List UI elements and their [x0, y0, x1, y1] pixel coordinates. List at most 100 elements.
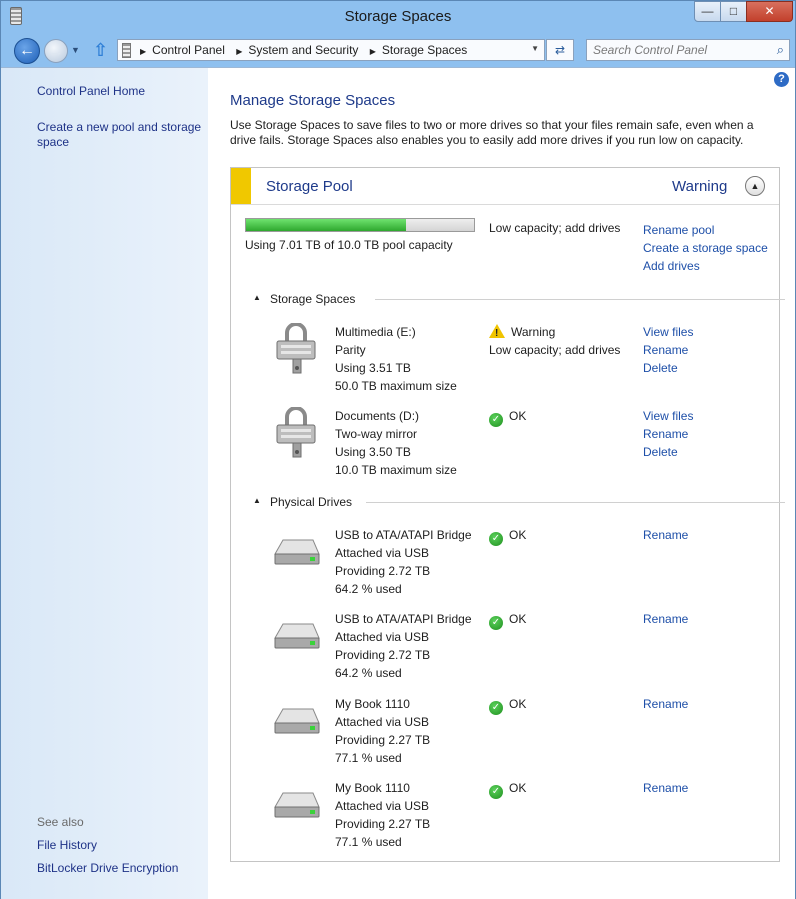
drive-used: 77.1 % used: [335, 835, 402, 849]
rename-pool-link[interactable]: Rename pool: [643, 221, 768, 239]
up-arrow-icon[interactable]: ⇧: [93, 40, 108, 61]
pool-status: Warning: [672, 178, 728, 195]
physical-drive-item[interactable]: USB to ATA/ATAPI Bridge Attached via USB…: [271, 526, 771, 596]
storage-spaces-section-header[interactable]: ▲ Storage Spaces: [253, 292, 785, 306]
section-divider: [366, 502, 785, 503]
drive-providing: Providing 2.27 TB: [335, 733, 431, 747]
space-status-detail: Low capacity; add drives: [489, 343, 621, 357]
collapse-section-icon[interactable]: ▲: [253, 293, 261, 302]
add-drives-link[interactable]: Add drives: [643, 257, 768, 275]
breadcrumb-separator-icon[interactable]: ▶: [236, 47, 242, 56]
drive-used: 77.1 % used: [335, 751, 402, 765]
rename-link[interactable]: Rename: [643, 695, 688, 713]
left-navigation-pane: Control Panel Home Create a new pool and…: [1, 67, 208, 899]
file-history-link[interactable]: File History: [37, 838, 97, 852]
drive-status-text: OK: [509, 781, 527, 795]
ok-icon: ✓: [489, 532, 503, 546]
create-storage-space-link[interactable]: Create a storage space: [643, 239, 768, 257]
breadcrumb-control-panel[interactable]: Control Panel: [152, 43, 225, 57]
search-icon[interactable]: ⌕: [777, 42, 784, 58]
rename-link[interactable]: Rename: [643, 526, 688, 544]
maximize-button[interactable]: □: [720, 1, 747, 22]
collapse-chevron-icon[interactable]: ▲: [745, 176, 765, 196]
space-name: Multimedia (E:): [335, 325, 416, 339]
ok-icon: ✓: [489, 616, 503, 630]
section-divider: [375, 299, 785, 300]
space-max-size: 50.0 TB maximum size: [335, 379, 457, 393]
rename-link[interactable]: Rename: [643, 341, 693, 359]
storage-space-details: Multimedia (E:) Parity Using 3.51 TB 50.…: [335, 323, 457, 395]
space-usage: Using 3.50 TB: [335, 445, 411, 459]
delete-link[interactable]: Delete: [643, 443, 693, 461]
search-input[interactable]: Search Control Panel ⌕: [586, 39, 790, 61]
main-content: ? Manage Storage Spaces Use Storage Spac…: [208, 67, 795, 899]
drive-actions: Rename: [643, 779, 688, 797]
rename-link[interactable]: Rename: [643, 779, 688, 797]
breadcrumb-system-and-security[interactable]: System and Security: [248, 43, 358, 57]
pool-capacity-text: Using 7.01 TB of 10.0 TB pool capacity: [245, 238, 453, 252]
drive-status-text: OK: [509, 612, 527, 626]
delete-link[interactable]: Delete: [643, 359, 693, 377]
collapse-section-icon[interactable]: ▲: [253, 496, 261, 505]
drive-status: ✓ OK: [489, 695, 526, 715]
refresh-icon[interactable]: ⇄: [546, 39, 574, 61]
hard-drive-icon: [274, 539, 320, 565]
breadcrumb-separator-icon[interactable]: ▶: [140, 47, 146, 56]
minimize-button[interactable]: —: [694, 1, 721, 22]
rename-link[interactable]: Rename: [643, 425, 693, 443]
storage-space-item[interactable]: Documents (D:) Two-way mirror Using 3.50…: [271, 407, 771, 477]
drive-name: USB to ATA/ATAPI Bridge: [335, 612, 472, 626]
view-files-link[interactable]: View files: [643, 323, 693, 341]
physical-drive-item[interactable]: My Book 1110 Attached via USB Providing …: [271, 695, 771, 765]
pool-capacity-status: Low capacity; add drives: [489, 221, 621, 235]
address-bar[interactable]: ▶ Control Panel ▶ System and Security ▶ Sto…: [117, 39, 545, 61]
drive-status-text: OK: [509, 697, 527, 711]
address-dropdown-icon[interactable]: ▼: [531, 44, 539, 53]
section-title: Storage Spaces: [270, 292, 356, 306]
physical-drives-section-header[interactable]: ▲ Physical Drives: [253, 495, 785, 509]
storage-space-item[interactable]: Multimedia (E:) Parity Using 3.51 TB 50.…: [271, 323, 771, 393]
drive-name: USB to ATA/ATAPI Bridge: [335, 528, 472, 542]
storage-space-lock-icon: [276, 323, 316, 374]
space-status: ✓ OK: [489, 407, 526, 427]
physical-drive-item[interactable]: USB to ATA/ATAPI Bridge Attached via USB…: [271, 610, 771, 680]
drive-actions: Rename: [643, 526, 688, 544]
drive-actions: Rename: [643, 695, 688, 713]
back-arrow-icon[interactable]: ←: [14, 38, 40, 64]
warning-icon: [489, 324, 505, 343]
drive-status: ✓ OK: [489, 610, 526, 630]
pool-title: Storage Pool: [266, 178, 353, 195]
drive-connection: Attached via USB: [335, 546, 430, 560]
create-pool-link[interactable]: Create a new pool and storage space: [37, 120, 207, 150]
drive-connection: Attached via USB: [335, 630, 430, 644]
breadcrumb: ▶ Control Panel ▶ System and Security ▶ Sto…: [140, 43, 475, 57]
hard-drive-icon: [274, 623, 320, 649]
breadcrumb-storage-spaces[interactable]: Storage Spaces: [382, 43, 467, 57]
rename-link[interactable]: Rename: [643, 610, 688, 628]
drive-status-text: OK: [509, 528, 527, 542]
help-icon[interactable]: ?: [774, 72, 789, 87]
storage-pool-panel: Storage Pool Warning ▲ Using 7.01 TB of …: [230, 167, 785, 862]
space-resiliency: Two-way mirror: [335, 427, 418, 441]
close-button[interactable]: ✕: [746, 1, 793, 22]
storage-space-lock-icon: [276, 407, 316, 458]
control-panel-home-link[interactable]: Control Panel Home: [37, 84, 145, 98]
space-max-size: 10.0 TB maximum size: [335, 463, 457, 477]
pool-capacity-bar: [245, 218, 475, 232]
space-name: Documents (D:): [335, 409, 420, 423]
drive-name: My Book 1110: [335, 781, 410, 795]
hard-drive-icon: [274, 708, 320, 734]
warning-accent-bar: [231, 168, 251, 204]
breadcrumb-separator-icon[interactable]: ▶: [370, 47, 376, 56]
bitlocker-link[interactable]: BitLocker Drive Encryption: [37, 861, 178, 875]
physical-drive-item[interactable]: My Book 1110 Attached via USB Providing …: [271, 779, 771, 849]
space-actions: View files Rename Delete: [643, 323, 693, 377]
recent-pages-dropdown-icon[interactable]: ▼: [71, 45, 80, 55]
view-files-link[interactable]: View files: [643, 407, 693, 425]
section-title: Physical Drives: [270, 495, 353, 509]
forward-arrow-icon[interactable]: →: [44, 39, 68, 63]
drive-connection: Attached via USB: [335, 799, 430, 813]
pool-capacity-fill: [246, 219, 406, 231]
search-placeholder: Search Control Panel: [593, 43, 708, 57]
drive-status: ✓ OK: [489, 779, 526, 799]
